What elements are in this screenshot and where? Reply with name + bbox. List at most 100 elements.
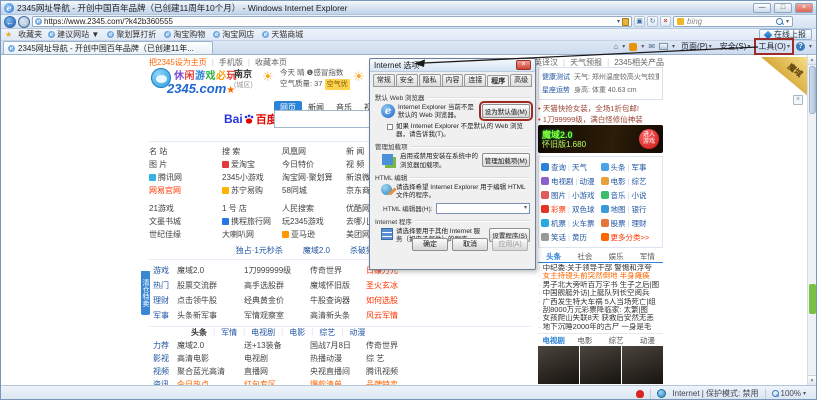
scroll-down-icon[interactable]: ▼ — [808, 375, 816, 385]
quick-link[interactable]: 小说 — [631, 190, 646, 201]
maximize-button[interactable]: □ — [774, 3, 792, 13]
quick-link[interactable]: 火车票 — [572, 218, 595, 229]
zoom-dropdown-icon[interactable]: ▾ — [803, 391, 806, 397]
category-link[interactable]: 如何选股 — [366, 293, 531, 308]
dialog-tab-3[interactable]: 内容 — [442, 74, 464, 86]
widget-label[interactable]: 星座运势 — [542, 85, 570, 95]
peel-ad-close-icon[interactable]: × — [793, 95, 803, 105]
site-logo[interactable]: 2345.com★ — [167, 81, 235, 96]
tell-me-checkbox-label[interactable]: 如果 Internet Explorer 不是默认的 Web 浏览器，请告诉我(… — [396, 123, 530, 139]
site-link[interactable]: 今日特价 — [282, 158, 346, 171]
video-tab-2[interactable]: 综艺 — [601, 335, 632, 346]
news-tab-3[interactable]: 军情 — [632, 251, 663, 262]
site-link[interactable]: 名 站 — [149, 145, 222, 158]
site-logo-slogan[interactable]: 休闲游戏必玩 — [174, 67, 237, 82]
set-default-button[interactable]: 设为默认值(M) — [482, 104, 530, 118]
html-editor-select[interactable]: ▾ — [436, 203, 530, 214]
category-link[interactable]: 传奇世界 — [310, 263, 366, 278]
news-tab-2[interactable]: 娱乐 — [601, 251, 632, 262]
quick-link[interactable]: 更多分类>> — [611, 232, 650, 243]
back-button[interactable]: ← — [4, 16, 16, 28]
promo-link[interactable]: 魔域2.0 — [303, 245, 330, 256]
category-label[interactable]: 军事 — [153, 308, 177, 323]
category-link[interactable]: 风云军情 — [366, 308, 531, 323]
site-link[interactable]: 搜 索 — [222, 145, 282, 158]
section-link[interactable]: 爆款清单 — [310, 378, 366, 385]
section-link[interactable]: 高清电影 — [177, 352, 244, 365]
search-dropdown-icon[interactable]: ▾ — [786, 19, 789, 25]
quick-link[interactable]: 头条 — [611, 162, 626, 173]
zoom-control[interactable]: 100% ▾ — [772, 389, 806, 398]
game-banner-play-badge[interactable]: 进入游戏 — [639, 129, 659, 149]
weather-module[interactable]: 南京 (城区) ☀ 今天 晴 ❶感冒指数 空气质量: 37 空气优 — [234, 67, 364, 90]
site-link[interactable]: 21游戏 — [149, 202, 222, 215]
tools-menu[interactable]: 工具(O)▾ — [756, 40, 792, 53]
category-label[interactable]: 理财 — [153, 293, 177, 308]
home-button[interactable]: ⌂ — [613, 43, 618, 51]
favorites-bar-item-2[interactable]: e淘宝购物 — [164, 29, 205, 40]
news-tab-0[interactable]: 头条 — [538, 251, 569, 262]
dialog-tab-0[interactable]: 常规 — [373, 74, 395, 86]
news-item[interactable]: 男子北大旁听百万字书 生子之后|图 — [538, 281, 663, 289]
print-dropdown-icon[interactable]: ▾ — [672, 44, 675, 50]
video-tab-0[interactable]: 电视剧 — [538, 335, 569, 346]
favorites-label[interactable]: 收藏夹 — [18, 29, 42, 40]
help-dropdown-icon[interactable]: ▾ — [809, 44, 812, 50]
category-link[interactable]: 高清新头条 — [310, 308, 366, 323]
help-button[interactable]: ? — [796, 42, 805, 51]
active-tab[interactable]: e 2345网址导航 - 开创中国百年品牌（已创建11年... — [3, 41, 213, 54]
address-dropdown-icon[interactable]: ▾ — [617, 19, 620, 25]
quick-link[interactable]: 天气 — [572, 162, 587, 173]
home-dropdown-icon[interactable]: ▾ — [622, 44, 625, 50]
quick-link[interactable]: 军事 — [631, 162, 646, 173]
video-thumbnail[interactable] — [538, 346, 579, 384]
section-link[interactable]: 电视剧 — [244, 352, 310, 365]
peel-corner-ad[interactable]: 魔域 — [761, 57, 809, 97]
section-tab-5[interactable]: 动漫 — [349, 327, 365, 338]
quick-link[interactable]: 笑话 — [551, 232, 566, 243]
category-link[interactable]: 1刀999999级 — [244, 263, 310, 278]
site-link[interactable]: 58同城 — [282, 184, 346, 197]
news-item[interactable]: 广西发生特大车祸 5人当场死亡|组 — [538, 298, 663, 306]
tell-me-checkbox[interactable] — [387, 124, 393, 130]
quick-link[interactable]: 机票 — [551, 218, 566, 229]
dialog-tab-4[interactable]: 连接 — [464, 74, 486, 86]
quick-link[interactable]: 银行 — [631, 204, 646, 215]
page-menu[interactable]: 页面(P)▾ — [679, 40, 714, 53]
section-row-label[interactable]: 影视 — [153, 352, 177, 365]
section-link[interactable]: 今日热点 — [177, 378, 244, 385]
text-ad-link[interactable]: 天猫快抢女装，全场1折包邮! — [538, 103, 663, 114]
category-link[interactable]: 魔域怀旧版 — [310, 278, 366, 293]
site-link[interactable]: 玩2345游戏 — [282, 215, 346, 228]
feeds-dropdown-icon[interactable]: ▾ — [641, 44, 644, 50]
category-label[interactable]: 游戏 — [153, 263, 177, 278]
section-link[interactable]: 送+13装备 — [244, 339, 310, 352]
site-link[interactable]: 网易官网 — [149, 184, 222, 197]
section-link[interactable]: 综 艺 — [366, 352, 531, 365]
category-link[interactable]: 经典黄金价 — [244, 293, 310, 308]
dialog-tab-1[interactable]: 安全 — [396, 74, 418, 86]
section-link[interactable]: 聚合蓝光高清 — [177, 365, 244, 378]
news-item[interactable]: 女孩爬山失联8天 获救后安然无恙 — [538, 314, 663, 322]
read-mail-button[interactable]: ✉ — [648, 43, 655, 51]
category-link[interactable]: 头条新军事 — [177, 308, 244, 323]
select-dropdown-icon[interactable]: ▾ — [524, 205, 527, 211]
section-tab-4[interactable]: 综艺 — [319, 327, 335, 338]
video-tab-1[interactable]: 电影 — [569, 335, 600, 346]
site-link[interactable]: 人民搜索 — [282, 202, 346, 215]
site-link[interactable]: 苏宁易购 — [222, 184, 282, 197]
category-link[interactable]: 高手选股群 — [244, 278, 310, 293]
favorites-bar-item-3[interactable]: e淘宝网店 — [213, 29, 254, 40]
section-link[interactable]: 传奇世界 — [366, 339, 531, 352]
site-link[interactable]: 腾讯网 — [149, 171, 222, 184]
category-link[interactable]: 股票交流群 — [177, 278, 244, 293]
site-link[interactable]: 文墨书城 — [149, 215, 222, 228]
site-link[interactable]: 凤凰网 — [282, 145, 346, 158]
text-ad-link[interactable]: 1刀99999级，满白怪修仙神装 — [538, 114, 663, 125]
category-link[interactable]: 圣火玄冰 — [366, 278, 531, 293]
favorites-bar-item-4[interactable]: e天猫商城 — [262, 29, 303, 40]
site-link[interactable]: 图 片 — [149, 158, 222, 171]
video-thumbnail[interactable] — [622, 346, 663, 384]
dialog-close-button[interactable]: × — [516, 60, 531, 70]
quick-link[interactable]: 地图 — [611, 204, 626, 215]
